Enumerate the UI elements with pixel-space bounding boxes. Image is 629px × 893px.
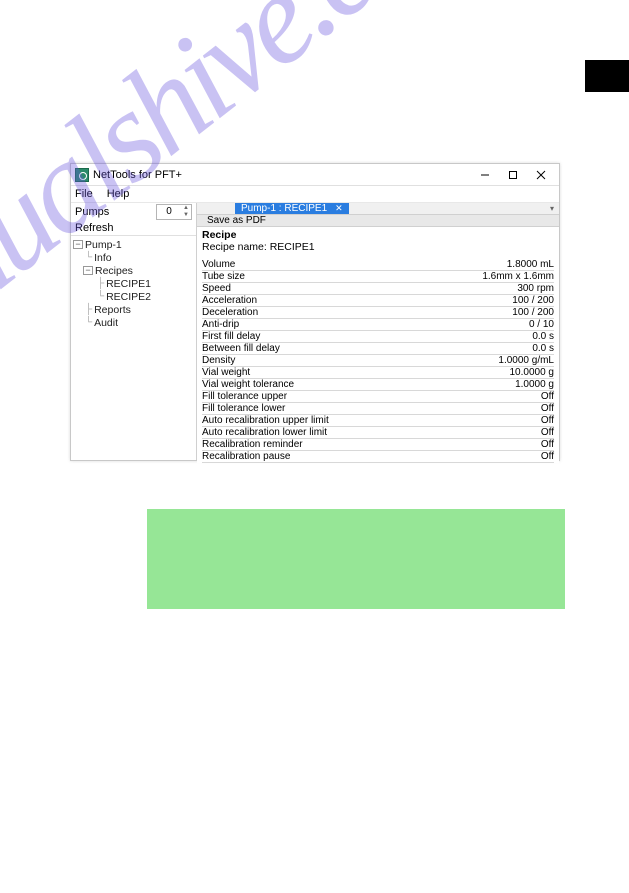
app-icon — [75, 168, 89, 182]
property-label: Recalibration pause — [202, 451, 427, 463]
menu-bar: File Help — [71, 186, 559, 203]
pumps-value: 0 — [157, 205, 181, 219]
table-row: Auto recalibration upper limitOff — [202, 415, 554, 427]
property-value: Off — [427, 439, 554, 451]
table-row: Vial weight10.0000 g — [202, 367, 554, 379]
property-label: Auto recalibration lower limit — [202, 427, 427, 439]
table-row: Recalibration pauseOff — [202, 451, 554, 463]
property-label: Fill tolerance upper — [202, 391, 427, 403]
property-value: Off — [427, 451, 554, 463]
tab-dropdown-icon[interactable]: ▾ — [545, 203, 559, 214]
property-value: 1.0000 g — [427, 379, 554, 391]
tab-close-icon[interactable]: ✕ — [335, 203, 343, 214]
tree-node-info[interactable]: └Info — [73, 251, 194, 264]
table-row: Acceleration100 / 200 — [202, 295, 554, 307]
table-row: Fill tolerance lowerOff — [202, 403, 554, 415]
property-label: Between fill delay — [202, 343, 427, 355]
property-label: Recalibration reminder — [202, 439, 427, 451]
app-window: NetTools for PFT+ File Help Pumps 0 ▲▼ R… — [70, 163, 560, 461]
sidebar: Pumps 0 ▲▼ Refresh −Pump-1 └Info −Recipe… — [71, 203, 197, 460]
property-value: 1.8000 mL — [427, 259, 554, 271]
property-value: 1.0000 g/mL — [427, 355, 554, 367]
collapse-icon[interactable]: − — [73, 240, 83, 249]
property-label: Fill tolerance lower — [202, 403, 427, 415]
property-value: Off — [427, 427, 554, 439]
tab-strip: Pump-1 : RECIPE1 ✕ ▾ — [197, 203, 559, 214]
table-row: First fill delay0.0 s — [202, 331, 554, 343]
recipe-content: Recipe Recipe name: RECIPE1 Volume1.8000… — [197, 227, 559, 463]
table-row: Deceleration100 / 200 — [202, 307, 554, 319]
property-label: Vial weight — [202, 367, 427, 379]
table-row: Recalibration reminderOff — [202, 439, 554, 451]
property-value: 0.0 s — [427, 343, 554, 355]
refresh-button[interactable]: Refresh — [75, 222, 114, 234]
recipe-properties-table: Volume1.8000 mLTube size1.6mm x 1.6mmSpe… — [202, 259, 554, 463]
table-row: Tube size1.6mm x 1.6mm — [202, 271, 554, 283]
collapse-icon[interactable]: − — [83, 266, 93, 275]
tree-node-recipe1[interactable]: ├RECIPE1 — [73, 277, 194, 290]
spinner-down-icon[interactable]: ▼ — [181, 212, 191, 219]
table-row: Between fill delay0.0 s — [202, 343, 554, 355]
spinner-up-icon[interactable]: ▲ — [181, 205, 191, 212]
window-title: NetTools for PFT+ — [93, 169, 471, 181]
maximize-button[interactable] — [499, 165, 527, 185]
tab-recipe1[interactable]: Pump-1 : RECIPE1 ✕ — [235, 203, 349, 214]
table-row: Auto recalibration lower limitOff — [202, 427, 554, 439]
green-highlight-block — [147, 509, 565, 609]
black-corner-block — [585, 60, 629, 92]
property-value: Off — [427, 391, 554, 403]
tree-node-recipe2[interactable]: └RECIPE2 — [73, 290, 194, 303]
property-label: Acceleration — [202, 295, 427, 307]
pumps-label: Pumps — [75, 206, 156, 218]
property-label: First fill delay — [202, 331, 427, 343]
property-label: Speed — [202, 283, 427, 295]
property-label: Vial weight tolerance — [202, 379, 427, 391]
property-label: Volume — [202, 259, 427, 271]
device-tree: −Pump-1 └Info −Recipes ├RECIPE1 └RECIPE2… — [71, 236, 196, 460]
tree-node-pump1[interactable]: −Pump-1 — [73, 238, 194, 251]
menu-help[interactable]: Help — [107, 188, 130, 200]
property-label: Anti-drip — [202, 319, 427, 331]
title-bar: NetTools for PFT+ — [71, 164, 559, 186]
table-row: Speed300 rpm — [202, 283, 554, 295]
property-value: Off — [427, 403, 554, 415]
menu-file[interactable]: File — [75, 188, 93, 200]
tree-node-recipes[interactable]: −Recipes — [73, 264, 194, 277]
property-value: 0 / 10 — [427, 319, 554, 331]
tree-node-reports[interactable]: ├Reports — [73, 303, 194, 316]
table-row: Vial weight tolerance1.0000 g — [202, 379, 554, 391]
property-value: 1.6mm x 1.6mm — [427, 271, 554, 283]
property-label: Tube size — [202, 271, 427, 283]
property-value: 10.0000 g — [427, 367, 554, 379]
pumps-spinner[interactable]: 0 ▲▼ — [156, 204, 192, 220]
close-button[interactable] — [527, 165, 555, 185]
recipe-heading: Recipe — [202, 229, 554, 241]
minimize-button[interactable] — [471, 165, 499, 185]
property-value: 100 / 200 — [427, 295, 554, 307]
recipe-name: Recipe name: RECIPE1 — [202, 241, 554, 253]
table-row: Anti-drip0 / 10 — [202, 319, 554, 331]
property-value: 300 rpm — [427, 283, 554, 295]
table-row: Fill tolerance upperOff — [202, 391, 554, 403]
property-value: 0.0 s — [427, 331, 554, 343]
save-as-pdf-button[interactable]: Save as PDF — [207, 215, 266, 226]
property-label: Deceleration — [202, 307, 427, 319]
main-panel: Pump-1 : RECIPE1 ✕ ▾ Save as PDF Recipe … — [197, 203, 559, 460]
property-value: 100 / 200 — [427, 307, 554, 319]
tab-label: Pump-1 : RECIPE1 — [241, 203, 327, 214]
property-label: Density — [202, 355, 427, 367]
property-value: Off — [427, 415, 554, 427]
table-row: Density1.0000 g/mL — [202, 355, 554, 367]
table-row: Volume1.8000 mL — [202, 259, 554, 271]
property-label: Auto recalibration upper limit — [202, 415, 427, 427]
tree-node-audit[interactable]: └Audit — [73, 316, 194, 329]
